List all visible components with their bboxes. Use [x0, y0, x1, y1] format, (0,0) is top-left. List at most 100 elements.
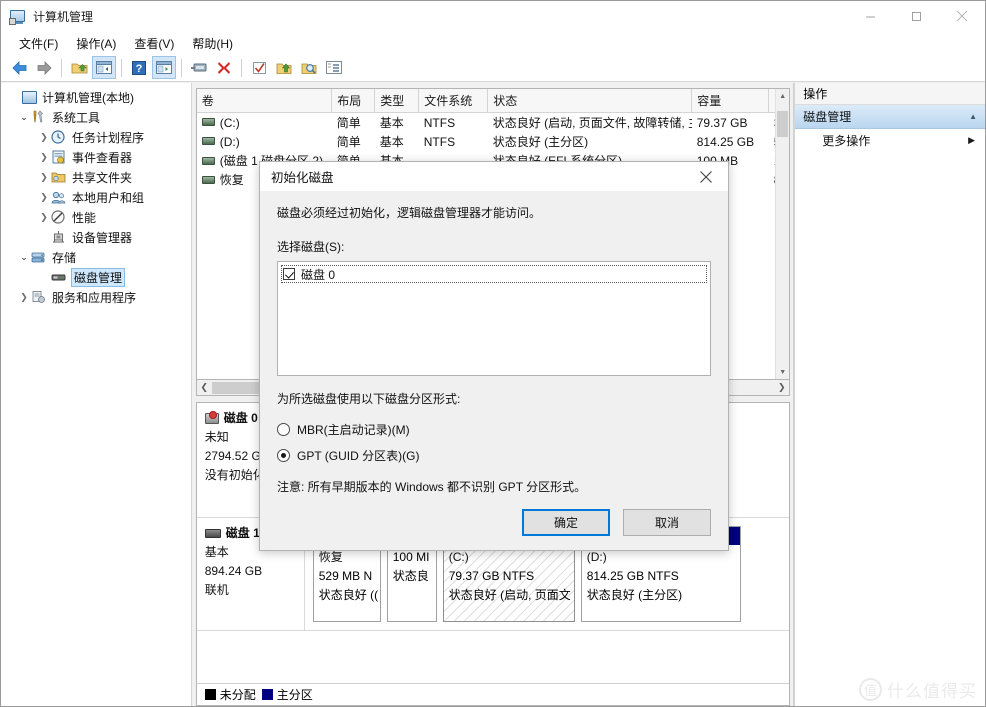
- chevron-down-icon[interactable]: ⌄: [17, 252, 31, 263]
- scrollbar-thumb[interactable]: [777, 111, 789, 137]
- table-row[interactable]: (D:) 简单 基本 NTFS 状态良好 (主分区) 814.25 GB 5: [197, 132, 789, 151]
- computer-management-icon: [9, 9, 26, 25]
- sidebar-item-device-manager[interactable]: 设备管理器: [1, 227, 191, 247]
- partition-status: 状态良: [392, 569, 429, 583]
- menu-action[interactable]: 操作(A): [67, 33, 125, 54]
- radio-label-mbr: MBR(主启动记录)(M): [297, 422, 410, 437]
- chevron-right-icon[interactable]: ❯: [37, 172, 51, 183]
- event-viewer-icon: [51, 150, 68, 165]
- chevron-right-icon: ▶: [968, 134, 975, 145]
- scroll-down-icon[interactable]: ▼: [776, 365, 789, 379]
- close-icon[interactable]: [683, 162, 728, 192]
- chevron-right-icon[interactable]: ❯: [17, 292, 31, 303]
- radio-option-mbr[interactable]: MBR(主启动记录)(M): [277, 418, 711, 440]
- sidebar-item-system-tools[interactable]: ⌄ 系统工具: [1, 107, 191, 127]
- performance-icon: [51, 209, 68, 225]
- checkmark-icon[interactable]: [247, 56, 271, 79]
- cancel-button[interactable]: 取消: [623, 509, 711, 537]
- disk-legend: 未分配 主分区: [196, 683, 790, 705]
- cell-layout: 简单: [336, 116, 361, 130]
- volume-icon: [201, 156, 215, 165]
- users-icon: [51, 190, 68, 205]
- sidebar-label: 任务计划程序: [72, 130, 145, 145]
- maximize-button[interactable]: [893, 1, 939, 31]
- column-header-status[interactable]: 状态: [487, 89, 693, 113]
- computer-icon: [21, 90, 38, 105]
- sidebar-item-storage[interactable]: ⌄ 存储: [1, 247, 191, 267]
- actions-pane: 操作 磁盘管理 ▲ 更多操作 ▶ 值 什么值得买: [794, 83, 985, 706]
- toolbar-separator: [121, 58, 122, 77]
- chevron-down-icon[interactable]: ⌄: [17, 112, 31, 123]
- sidebar-item-performance[interactable]: ❯ 性能: [1, 207, 191, 227]
- storage-icon: [31, 250, 48, 265]
- scroll-left-icon[interactable]: ❮: [197, 382, 212, 393]
- chevron-right-icon[interactable]: ❯: [37, 192, 51, 203]
- close-button[interactable]: [939, 1, 985, 31]
- column-header-filesystem[interactable]: 文件系统: [418, 89, 489, 113]
- partition-status: 状态良好 (启动, 页面文: [448, 588, 571, 602]
- cell-type: 基本: [379, 116, 404, 130]
- delete-icon[interactable]: [212, 56, 236, 79]
- chevron-right-icon[interactable]: ❯: [37, 132, 51, 143]
- menu-file[interactable]: 文件(F): [10, 33, 67, 54]
- action-item-label: 更多操作: [822, 133, 871, 148]
- chevron-right-icon[interactable]: ❯: [37, 212, 51, 223]
- scroll-right-icon[interactable]: ❯: [774, 382, 789, 393]
- sidebar-item-shared-folders[interactable]: ❯ 共享文件夹: [1, 167, 191, 187]
- radio-option-gpt[interactable]: GPT (GUID 分区表)(G): [277, 444, 711, 466]
- sidebar-item-services-and-applications[interactable]: ❯ 服务和应用程序: [1, 287, 191, 307]
- watermark: 值 什么值得买: [859, 677, 977, 702]
- sidebar-label: 事件查看器: [72, 150, 133, 165]
- sidebar-item-disk-management[interactable]: 磁盘管理: [1, 267, 191, 287]
- sidebar-label: 性能: [72, 210, 97, 225]
- disk-list-item-disk0[interactable]: 磁盘 0: [281, 265, 707, 284]
- up-folder-icon[interactable]: [67, 56, 91, 79]
- list-icon[interactable]: [322, 56, 346, 79]
- sidebar-item-task-scheduler[interactable]: ❯ 任务计划程序: [1, 127, 191, 147]
- dialog-title: 初始化磁盘: [271, 171, 334, 186]
- show-hide-action-pane-icon[interactable]: [152, 56, 176, 79]
- show-hide-console-tree-icon[interactable]: [92, 56, 116, 79]
- cell-volume: (D:): [197, 132, 332, 151]
- sidebar-item-local-users-groups[interactable]: ❯ 本地用户和组: [1, 187, 191, 207]
- partition-status: 状态良好 (主分区): [586, 588, 683, 602]
- disk-selection-list[interactable]: 磁盘 0: [277, 261, 711, 377]
- properties-icon[interactable]: [187, 56, 211, 79]
- help-icon[interactable]: ?: [127, 56, 151, 79]
- volume-list-vertical-scrollbar[interactable]: ▲ ▼: [775, 89, 790, 379]
- forward-icon[interactable]: [32, 56, 56, 79]
- export-icon[interactable]: [272, 56, 296, 79]
- radio-label-gpt: GPT (GUID 分区表)(G): [297, 448, 420, 463]
- radio-button-mbr[interactable]: [277, 422, 290, 436]
- menu-view[interactable]: 查看(V): [125, 33, 183, 54]
- ok-button[interactable]: 确定: [522, 509, 610, 537]
- back-icon[interactable]: [7, 56, 31, 79]
- search-icon[interactable]: [297, 56, 321, 79]
- disk-name: 磁盘 0: [223, 411, 258, 425]
- column-header-volume[interactable]: 卷: [196, 89, 333, 113]
- table-row[interactable]: (C:) 简单 基本 NTFS 状态良好 (启动, 页面文件, 故障转储, 主分…: [197, 113, 789, 133]
- action-item-more-actions[interactable]: 更多操作 ▶: [794, 129, 985, 151]
- actions-group-disk-management[interactable]: 磁盘管理 ▲: [794, 105, 985, 129]
- table-header-row: 卷 布局 类型 文件系统 状态 容量 可: [196, 89, 790, 113]
- tree-root[interactable]: 计算机管理(本地): [1, 87, 191, 107]
- column-header-capacity[interactable]: 容量: [691, 89, 770, 113]
- actions-group-label: 磁盘管理: [803, 110, 852, 124]
- legend-unallocated: 未分配: [204, 686, 256, 703]
- column-header-layout[interactable]: 布局: [331, 89, 376, 113]
- scroll-up-icon[interactable]: ▲: [776, 89, 789, 103]
- cell-type: 基本: [379, 135, 404, 149]
- minimize-button[interactable]: [847, 1, 893, 31]
- chevron-right-icon[interactable]: ❯: [37, 152, 51, 163]
- column-header-type[interactable]: 类型: [374, 89, 420, 113]
- cell-capacity: 814.25 GB: [696, 134, 755, 149]
- radio-button-gpt[interactable]: [277, 448, 290, 462]
- disk-management-icon: [51, 270, 68, 285]
- sidebar-item-event-viewer[interactable]: ❯ 事件查看器: [1, 147, 191, 167]
- menu-help[interactable]: 帮助(H): [183, 33, 242, 54]
- chevron-up-icon[interactable]: ▲: [969, 112, 977, 121]
- sidebar-label: 设备管理器: [72, 230, 133, 245]
- checkbox-disk0[interactable]: [283, 268, 295, 281]
- dialog-note: 注意: 所有早期版本的 Windows 都不识别 GPT 分区形式。: [277, 480, 587, 495]
- legend-label: 未分配: [219, 688, 256, 702]
